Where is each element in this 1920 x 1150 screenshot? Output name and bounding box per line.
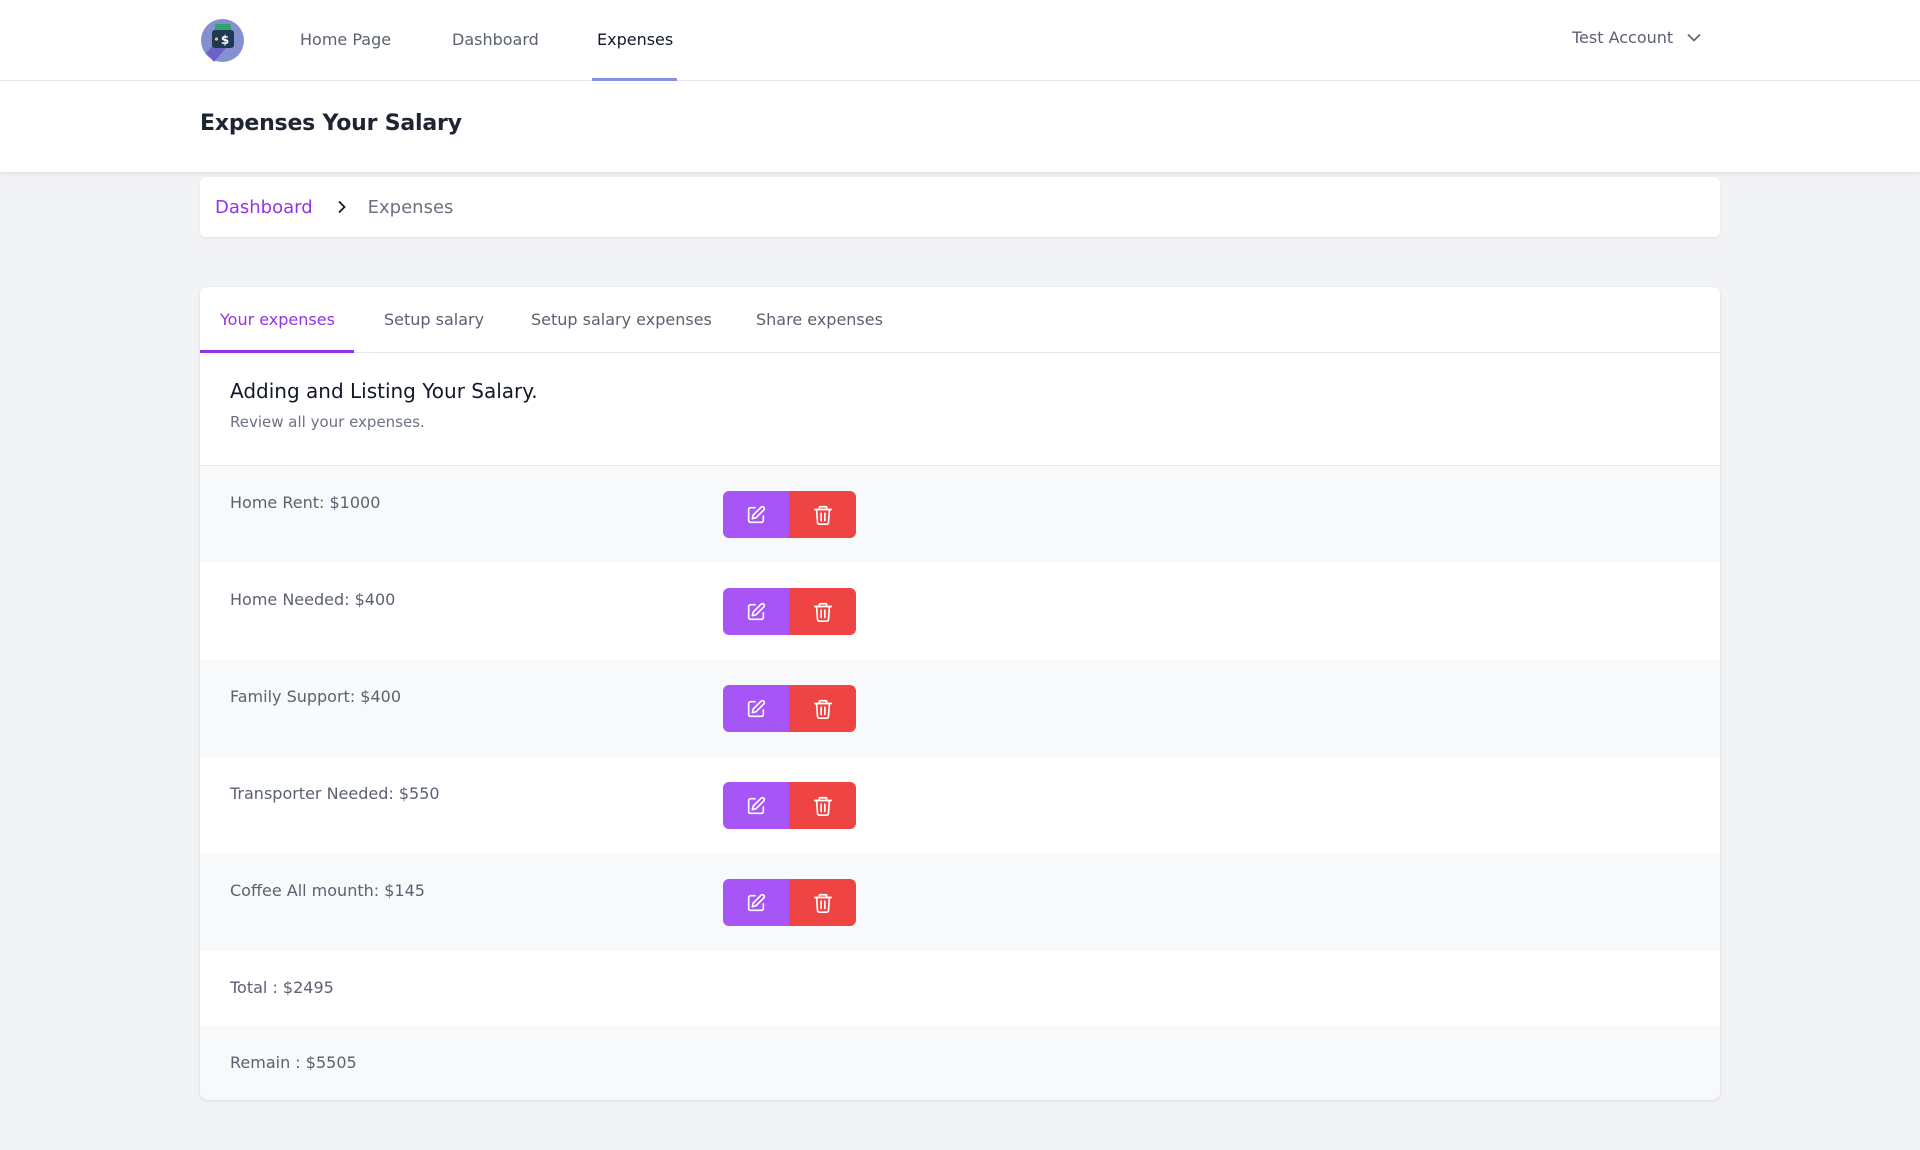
edit-button[interactable] <box>723 588 789 635</box>
row-actions <box>723 491 856 538</box>
expense-row: Family Support: $400 <box>200 660 1720 757</box>
tab-setup-salary[interactable]: Setup salary <box>384 310 484 329</box>
expense-label: Transporter Needed: $550 <box>230 784 440 803</box>
tab-active-indicator <box>200 350 354 353</box>
total-row: Total : $2495 <box>200 951 1720 1026</box>
row-actions <box>723 588 856 635</box>
edit-button[interactable] <box>723 782 789 829</box>
delete-button[interactable] <box>789 685 856 732</box>
row-actions <box>723 782 856 829</box>
tab-bar: Your expenses Setup salary Setup salary … <box>200 287 1720 353</box>
expense-label: Family Support: $400 <box>230 687 402 706</box>
breadcrumb-dashboard[interactable]: Dashboard <box>215 197 313 218</box>
account-name: Test Account <box>1572 28 1674 47</box>
delete-button[interactable] <box>789 782 856 829</box>
edit-icon <box>747 505 766 523</box>
logo[interactable]: $ <box>200 18 245 63</box>
trash-icon <box>813 893 832 913</box>
expense-label: Home Needed: $400 <box>230 590 396 609</box>
expense-list: Home Rent: $1000 Home Needed: $400 Famil… <box>200 465 1720 1100</box>
row-actions <box>723 879 856 926</box>
expense-row: Home Needed: $400 <box>200 563 1720 660</box>
trash-icon <box>813 602 832 622</box>
expense-label: Coffee All mounth: $145 <box>230 881 425 900</box>
edit-icon <box>747 699 766 717</box>
total-label: Total : $2495 <box>230 978 334 997</box>
tab-share-expenses[interactable]: Share expenses <box>756 310 883 329</box>
trash-icon <box>813 796 832 816</box>
top-navbar: $ Home Page Dashboard Expenses Test Acco… <box>0 0 1920 81</box>
nav-dashboard[interactable]: Dashboard <box>452 30 539 49</box>
row-actions <box>723 685 856 732</box>
edit-icon <box>747 796 766 814</box>
nav-home-page[interactable]: Home Page <box>300 30 391 49</box>
edit-button[interactable] <box>723 491 789 538</box>
section-title: Adding and Listing Your Salary. <box>230 379 538 403</box>
expenses-card: Your expenses Setup salary Setup salary … <box>200 287 1720 1100</box>
page-title: Expenses Your Salary <box>200 111 462 136</box>
trash-icon <box>813 699 832 719</box>
edit-icon <box>747 893 766 911</box>
delete-button[interactable] <box>789 879 856 926</box>
page-header: Expenses Your Salary <box>0 81 1920 172</box>
expense-label: Home Rent: $1000 <box>230 493 381 512</box>
chevron-right-icon <box>337 200 346 214</box>
chevron-down-icon <box>1687 33 1701 42</box>
nav-expenses[interactable]: Expenses <box>597 30 673 49</box>
remain-label: Remain : $5505 <box>230 1053 357 1072</box>
delete-button[interactable] <box>789 588 856 635</box>
trash-icon <box>813 505 832 525</box>
expense-row: Coffee All mounth: $145 <box>200 854 1720 951</box>
edit-icon <box>747 602 766 620</box>
tab-your-expenses[interactable]: Your expenses <box>220 310 335 329</box>
expense-row: Transporter Needed: $550 <box>200 757 1720 854</box>
expense-row: Home Rent: $1000 <box>200 466 1720 563</box>
tab-setup-salary-expenses[interactable]: Setup salary expenses <box>531 310 712 329</box>
section-header: Adding and Listing Your Salary. Review a… <box>230 379 538 431</box>
edit-button[interactable] <box>723 879 789 926</box>
wallet-dollar-icon: $ <box>201 19 244 62</box>
account-menu[interactable]: Test Account <box>1572 28 1701 47</box>
remain-row: Remain : $5505 <box>200 1026 1720 1100</box>
section-subtitle: Review all your expenses. <box>230 413 425 431</box>
breadcrumb: Dashboard Expenses <box>200 177 1720 237</box>
svg-text:$: $ <box>221 33 229 47</box>
delete-button[interactable] <box>789 491 856 538</box>
breadcrumb-expenses: Expenses <box>367 196 454 218</box>
edit-button[interactable] <box>723 685 789 732</box>
